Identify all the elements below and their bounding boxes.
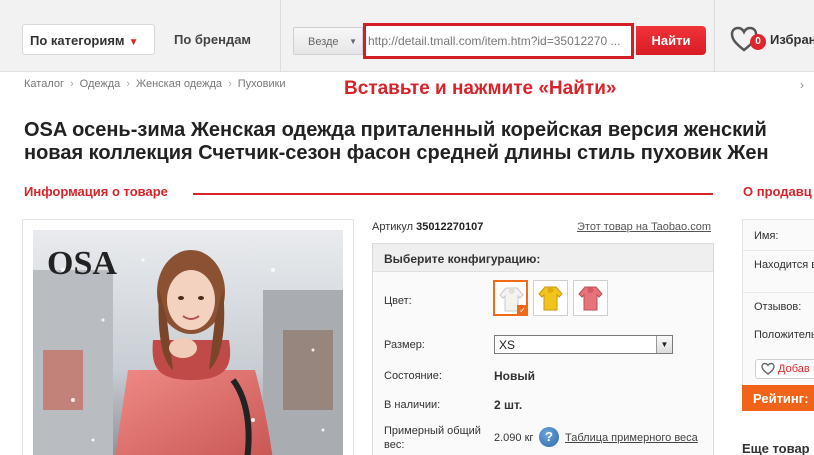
condition-label: Состояние: <box>384 370 442 382</box>
size-value: XS <box>499 338 516 352</box>
section-divider <box>193 193 713 195</box>
product-info-heading: Информация о товаре <box>24 184 168 199</box>
color-swatch-pink[interactable] <box>573 280 608 316</box>
taobao-link[interactable]: Этот товар на Taobao.com <box>577 221 711 233</box>
categories-label: По категориям <box>30 33 125 48</box>
configuration-heading: Выберите конфигурацию: <box>373 244 713 272</box>
weight-label-line-2: вес: <box>384 439 405 451</box>
search-button[interactable]: Найти <box>636 26 706 55</box>
help-icon[interactable]: ? <box>539 427 559 447</box>
weight-label-line-1: Примерный общий <box>384 425 481 437</box>
header-divider <box>714 0 715 72</box>
brand-logo: OSA <box>47 245 117 282</box>
add-favorite-seller-button[interactable]: Добав <box>755 359 814 379</box>
seller-reviews-label: Отзывов: <box>754 301 802 313</box>
favorites-label: Избран <box>770 32 814 47</box>
favorites-link[interactable]: 0 Избран <box>728 26 814 56</box>
seller-location-label: Находится в <box>754 259 814 271</box>
color-swatch-white[interactable]: ✓ <box>493 280 528 316</box>
seller-positive-label: Положитель <box>754 329 814 341</box>
seller-rating-bar: Рейтинг: <box>742 385 814 411</box>
breadcrumb-item[interactable]: Одежда <box>80 78 121 90</box>
jacket-icon <box>538 286 563 311</box>
divider <box>743 292 814 293</box>
header-divider <box>280 0 281 72</box>
product-image[interactable]: OSA <box>33 230 343 455</box>
weight-table-link[interactable]: Таблица примерного веса <box>565 432 698 444</box>
breadcrumb-item[interactable]: Пуховики <box>238 78 286 90</box>
search-scope-select[interactable]: Везде ▼ <box>293 27 363 55</box>
article-label: Артикул <box>372 221 414 233</box>
article-value: 35012270107 <box>416 221 484 233</box>
product-title: OSA осень-зима Женская одежда приталенны… <box>24 119 814 165</box>
size-label: Размер: <box>384 339 425 351</box>
product-photo-illustration: OSA <box>33 230 343 455</box>
breadcrumb-separator: › <box>228 78 232 90</box>
jacket-icon <box>578 286 603 311</box>
breadcrumb-item[interactable]: Каталог <box>24 78 64 90</box>
chevron-down-icon: ▼ <box>128 37 139 48</box>
breadcrumb-separator: › <box>126 78 130 90</box>
categories-dropdown[interactable]: По категориям ▼ <box>22 24 155 55</box>
color-swatch-yellow[interactable] <box>533 280 568 316</box>
condition-value: Новый <box>494 369 535 383</box>
more-products-heading: Еще товар <box>742 441 810 455</box>
divider <box>743 250 814 251</box>
stock-value: 2 шт. <box>494 398 523 412</box>
url-search-box[interactable] <box>363 23 634 59</box>
product-title-line: новая коллекция Счетчик-сезон фасон сред… <box>24 142 769 164</box>
chevron-down-icon: ▼ <box>349 37 357 46</box>
add-button-label: Добав <box>778 363 810 375</box>
article-number: Артикул 35012270107 <box>372 221 483 233</box>
breadcrumb-item[interactable]: Женская одежда <box>136 78 222 90</box>
size-select[interactable]: XS ▼ <box>494 335 673 354</box>
favorites-count-badge: 0 <box>750 34 766 50</box>
seller-panel: Имя: Находится в Отзывов: Положитель Доб… <box>742 219 814 409</box>
heart-icon <box>761 362 775 375</box>
search-input[interactable] <box>368 32 630 50</box>
seller-heading: О продавц <box>743 184 812 199</box>
weight-value: 2.090 кг <box>494 432 534 444</box>
seller-name-label: Имя: <box>754 230 779 242</box>
scope-label: Везде <box>308 36 339 48</box>
instruction-hint: Вставьте и нажмите «Найти» <box>344 78 617 99</box>
brands-link[interactable]: По брендам <box>174 32 251 47</box>
color-label: Цвет: <box>384 295 412 307</box>
chevron-down-icon: ▼ <box>656 336 672 353</box>
check-icon: ✓ <box>517 305 528 316</box>
configuration-panel: Выберите конфигурацию: Цвет: ✓ Размер: X… <box>372 243 714 455</box>
product-title-line: OSA осень-зима Женская одежда приталенны… <box>24 119 767 141</box>
breadcrumb: Каталог › Одежда › Женская одежда › Пуховики <box>24 78 286 90</box>
chevron-right-icon[interactable]: › <box>800 78 804 92</box>
breadcrumb-separator: › <box>70 78 74 90</box>
top-header: По категориям▼ По брендам Везде ▼ Найти … <box>0 0 814 72</box>
stock-label: В наличии: <box>384 399 441 411</box>
